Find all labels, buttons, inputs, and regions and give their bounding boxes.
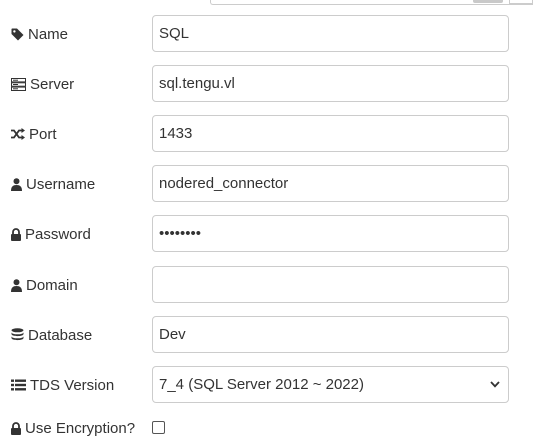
port-label: Port — [11, 115, 57, 153]
server-label: Server — [11, 65, 74, 103]
lock-icon — [11, 421, 21, 435]
lock-icon — [11, 227, 21, 241]
use-encryption-row: Use Encryption? — [0, 409, 533, 441]
username-input[interactable] — [152, 165, 509, 202]
port-input[interactable] — [152, 115, 509, 152]
server-icon — [11, 77, 26, 91]
list-icon — [11, 379, 26, 391]
port-row: Port — [0, 115, 533, 153]
domain-row: Domain — [0, 266, 533, 304]
domain-input[interactable] — [152, 266, 509, 303]
database-icon — [11, 328, 24, 342]
username-label-text: Username — [26, 175, 96, 193]
tds-version-select[interactable]: 7_4 (SQL Server 2012 ~ 2022) — [152, 366, 509, 403]
tag-icon — [11, 28, 24, 41]
use-encryption-label: Use Encryption? — [11, 409, 135, 441]
server-label-text: Server — [30, 75, 75, 93]
toolbar-button[interactable] — [509, 0, 533, 4]
tds-version-label: TDS Version — [11, 366, 114, 404]
user-icon — [11, 278, 22, 292]
server-row: Server — [0, 65, 533, 103]
use-encryption-label-text: Use Encryption? — [25, 419, 136, 437]
tds-version-row: TDS Version 7_4 (SQL Server 2012 ~ 2022) — [0, 366, 533, 404]
use-encryption-checkbox[interactable] — [152, 421, 165, 434]
user-icon — [11, 177, 22, 191]
name-input[interactable] — [152, 15, 509, 52]
username-row: Username — [0, 165, 533, 203]
random-icon — [11, 128, 25, 140]
server-input[interactable] — [152, 65, 509, 102]
database-label: Database — [11, 316, 92, 354]
name-label-text: Name — [28, 25, 69, 43]
password-label-text: Password — [25, 225, 91, 243]
database-input[interactable] — [152, 316, 509, 353]
port-label-text: Port — [29, 125, 57, 143]
password-label: Password — [11, 215, 91, 253]
database-row: Database — [0, 316, 533, 354]
domain-label: Domain — [11, 266, 78, 304]
config-dialog: Name Server — [0, 0, 533, 441]
name-row: Name — [0, 15, 533, 53]
domain-label-text: Domain — [26, 276, 78, 294]
name-label: Name — [11, 15, 68, 53]
tds-version-selected: 7_4 (SQL Server 2012 ~ 2022) — [159, 376, 364, 393]
password-row: Password — [0, 215, 533, 253]
username-label: Username — [11, 165, 95, 203]
tds-version-label-text: TDS Version — [30, 376, 115, 394]
password-input[interactable] — [152, 215, 509, 252]
toolbar-button[interactable] — [473, 0, 503, 3]
chevron-down-icon — [490, 381, 500, 388]
database-label-text: Database — [28, 326, 93, 344]
